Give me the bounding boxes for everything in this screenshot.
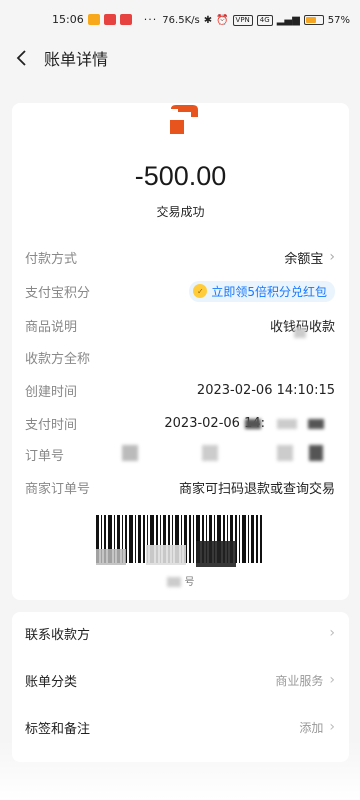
tags-notes-row[interactable]: 标签和备注 添加 › — [25, 714, 335, 740]
goods-row: 商品说明 收钱码收款 — [25, 314, 335, 336]
contact-payee-row[interactable]: 联系收款方 › — [25, 620, 335, 646]
created-time-label: 创建时间 — [25, 384, 78, 400]
bill-category-label: 账单分类 — [25, 674, 78, 690]
points-row: 支付宝积分 ✓ 立即领5倍积分兑红包 — [25, 280, 335, 302]
signal-icon: 4G — [256, 14, 273, 26]
merchant-logo — [170, 105, 198, 134]
created-time-row: 创建时间 2023-02-06 14:10:15 — [25, 379, 335, 401]
alarm-icon: ⏰ — [216, 14, 229, 26]
chevron-right-icon: › — [329, 249, 335, 265]
payment-method-value: 余额宝 — [284, 251, 324, 267]
payment-method-row[interactable]: 付款方式 余额宝 › — [25, 246, 335, 268]
bluetooth-icon: ✱ — [203, 14, 213, 26]
barcode-caption: 号 — [12, 573, 349, 588]
redacted-mark — [277, 419, 297, 429]
bill-category-value: 商业服务 — [275, 673, 324, 688]
redacted-mark — [166, 577, 181, 587]
transaction-status: 交易成功 — [156, 205, 205, 219]
points-promo-button[interactable]: ✓ 立即领5倍积分兑红包 — [189, 280, 335, 302]
payee-row: 收款方全称 — [25, 346, 335, 368]
chevron-right-icon: › — [329, 672, 335, 688]
order-no-label: 订单号 — [25, 448, 65, 464]
points-promo-text: 立即领5倍积分兑红包 — [211, 284, 327, 299]
nav-bar: 账单详情 — [0, 40, 360, 76]
chevron-right-icon: › — [329, 719, 335, 735]
more-notifications-icon: ··· — [143, 13, 158, 26]
redacted-mark — [202, 445, 218, 461]
app-notification-icon — [87, 14, 100, 25]
tags-notes-label: 标签和备注 — [25, 721, 91, 737]
redacted-mark — [308, 419, 324, 429]
app-notification-icon — [103, 14, 116, 25]
battery-icon — [303, 15, 324, 25]
redacted-mark — [309, 445, 323, 461]
net-speed: 76.5K/s — [162, 14, 200, 26]
redacted-mark — [294, 328, 306, 338]
vpn-icon: VPN — [232, 14, 253, 26]
battery-percent: 57% — [327, 14, 350, 26]
bill-category-row[interactable]: 账单分类 商业服务 › — [25, 667, 335, 693]
barcode-caption-text: 号 — [184, 577, 195, 588]
status-bar: 15:06 ··· 76.5K/s ✱ ⏰ VPN 4G ▂▄▆ 57% — [0, 0, 360, 40]
merchant-order-row: 商家订单号 商家可扫码退款或查询交易 — [25, 476, 335, 498]
bill-detail-card: -500.00 交易成功 付款方式 余额宝 › 支付宝积分 ✓ 立即领5倍积分兑… — [12, 103, 349, 600]
bottom-fade — [0, 740, 360, 800]
payment-method-label: 付款方式 — [25, 251, 78, 267]
redacted-mark — [277, 445, 293, 461]
payee-label: 收款方全称 — [25, 351, 91, 367]
merchant-order-value: 商家可扫码退款或查询交易 — [178, 481, 335, 497]
coin-icon: ✓ — [193, 284, 208, 298]
points-label: 支付宝积分 — [25, 285, 91, 301]
barcode[interactable] — [96, 515, 262, 571]
redacted-mark — [122, 445, 138, 461]
merchant-order-label: 商家订单号 — [25, 481, 91, 497]
app-notification-icon — [119, 14, 132, 25]
tags-notes-value: 添加 — [299, 720, 324, 735]
contact-payee-label: 联系收款方 — [25, 627, 91, 643]
signal-bars-icon: ▂▄▆ — [276, 14, 300, 26]
chevron-right-icon: › — [329, 625, 335, 641]
paid-time-label: 支付时间 — [25, 417, 78, 433]
goods-label: 商品说明 — [25, 319, 78, 335]
back-icon[interactable] — [12, 48, 32, 68]
page-title: 账单详情 — [44, 50, 109, 69]
amount: -500.00 — [134, 161, 227, 191]
status-time: 15:06 — [52, 13, 84, 26]
redacted-mark — [245, 419, 261, 429]
created-time-value: 2023-02-06 14:10:15 — [196, 382, 335, 398]
